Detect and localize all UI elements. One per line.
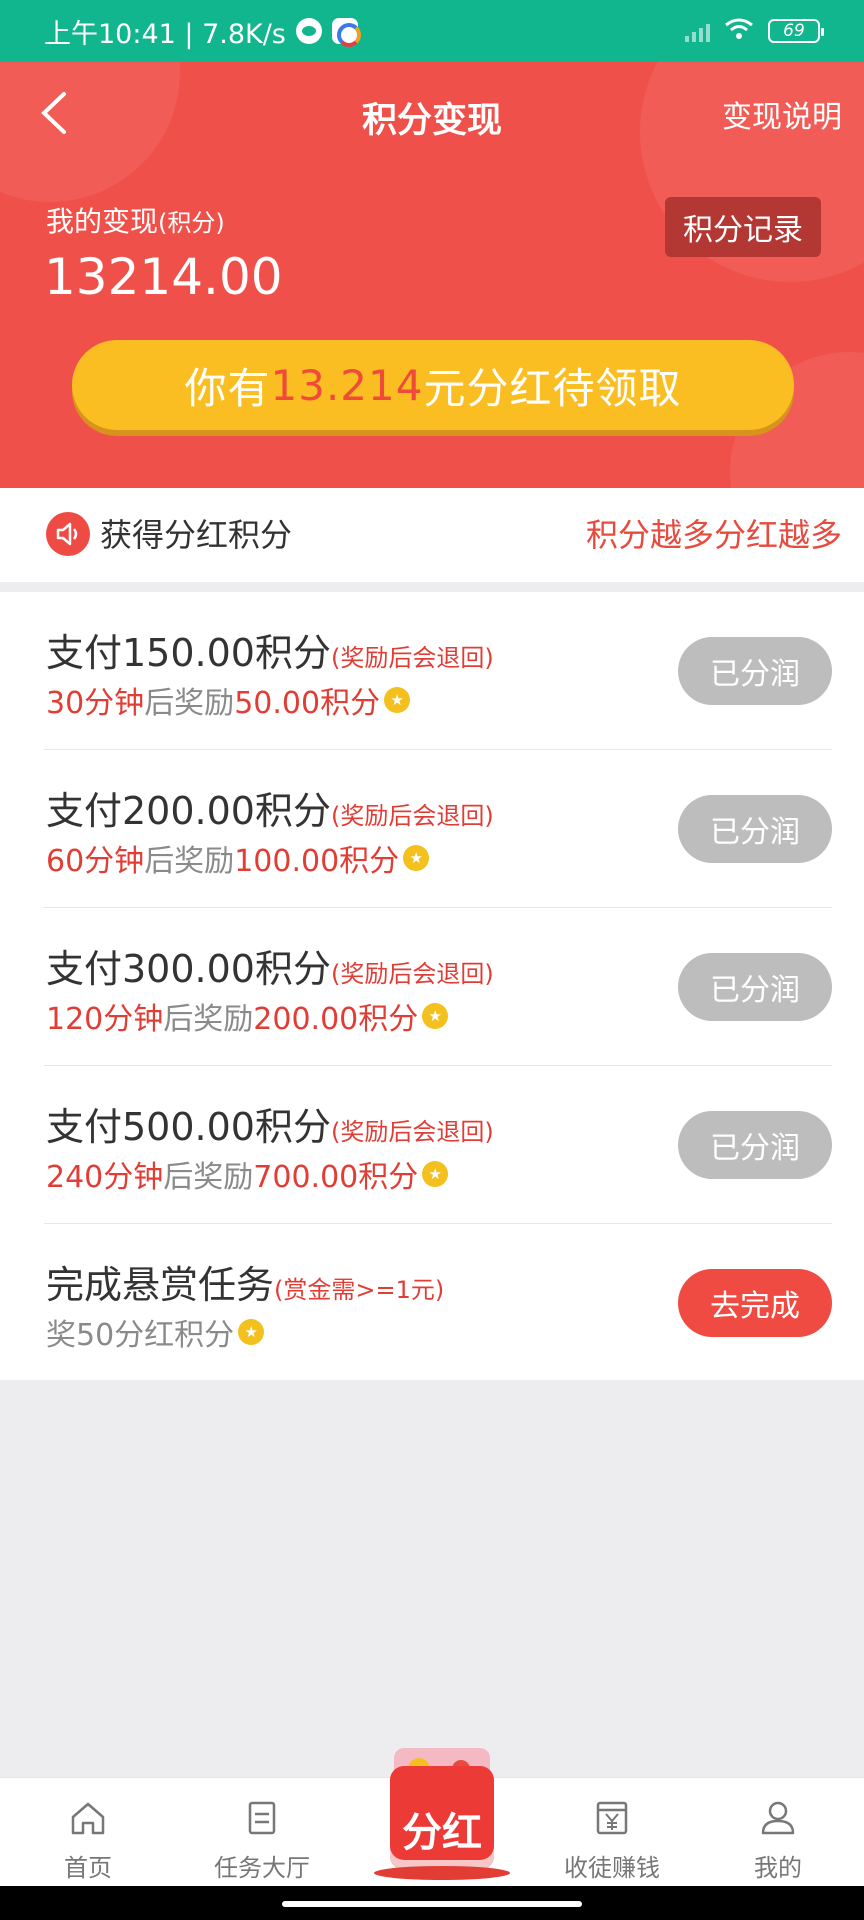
task-note: (奖励后会退回) — [330, 802, 494, 830]
task-time: 30分钟 — [46, 686, 145, 721]
task-pay: 完成悬赏任务 — [46, 1263, 275, 1307]
tab-dividend-label: 分红 — [402, 1810, 482, 1856]
my-cashout-label-unit: (积分) — [158, 209, 225, 237]
document-icon — [248, 1801, 276, 1835]
tab-recruit-earn[interactable]: 收徒赚钱 — [542, 1778, 682, 1887]
task-time: 60分钟 — [46, 844, 145, 879]
tab-mine[interactable]: 我的 — [708, 1778, 848, 1887]
tab-label: 我的 — [754, 1854, 802, 1882]
coin-icon — [384, 687, 411, 713]
status-bar: 上午10:41 | 7.8K/s 69 — [0, 0, 864, 62]
app-notification-icon — [331, 18, 361, 47]
task-pay: 支付500.00积分 — [46, 1105, 331, 1149]
task-mid: 后奖励 — [163, 1160, 254, 1195]
list-item: 支付300.00积分(奖励后会退回) 120分钟后奖励200.00积分 已分润 — [0, 908, 864, 1066]
status-time-speed: 上午10:41 | 7.8K/s — [44, 18, 286, 50]
shared-profit-button[interactable]: 已分润 — [678, 1111, 832, 1179]
task-reward: 200.00积分 — [253, 1002, 419, 1037]
points-record-button[interactable]: 积分记录 — [665, 197, 821, 257]
home-indicator[interactable] — [282, 1901, 582, 1907]
shared-profit-button[interactable]: 已分润 — [678, 953, 832, 1021]
task-time: 240分钟 — [46, 1160, 164, 1195]
task-title: 支付300.00积分(奖励后会退回) — [46, 938, 494, 993]
task-note: (奖励后会退回) — [330, 960, 494, 988]
go-complete-button[interactable]: 去完成 — [678, 1269, 832, 1337]
task-reward-line: 奖50分红积分 — [46, 1310, 265, 1354]
list-item: 完成悬赏任务(赏金需>=1元) 奖50分红积分 去完成 — [0, 1224, 864, 1382]
task-pay: 支付200.00积分 — [46, 789, 331, 833]
task-reward-line: 240分钟 后奖励 700.00积分 — [46, 1152, 449, 1196]
task-mid: 后奖励 — [144, 844, 235, 879]
notice-bar: 获得分红积分 积分越多分红越多 — [0, 488, 864, 582]
dividend-amount: 13.214 — [270, 360, 424, 410]
header: 积分变现 变现说明 我的变现(积分) 13214.00 积分记录 你有 13.21… — [0, 62, 864, 488]
task-reward: 700.00积分 — [253, 1160, 419, 1195]
coin-icon — [403, 845, 430, 871]
list-item: 支付150.00积分(奖励后会退回) 30分钟后奖励50.00积分 已分润 — [0, 592, 864, 750]
task-reward-line: 120分钟 后奖励 200.00积分 — [46, 994, 449, 1038]
task-time: 120分钟 — [46, 1002, 164, 1037]
task-reward: 100.00积分 — [234, 844, 400, 879]
user-icon — [761, 1801, 795, 1835]
yen-box-icon — [596, 1801, 628, 1835]
my-cashout-label: 我的变现(积分) — [46, 200, 225, 240]
dividend-base — [374, 1866, 510, 1880]
list-item: 支付200.00积分(奖励后会退回) 60分钟后奖励100.00积分 已分润 — [0, 750, 864, 908]
task-mid: 后奖励 — [144, 686, 235, 721]
task-pay: 支付150.00积分 — [46, 631, 331, 675]
my-cashout-label-text: 我的变现 — [46, 205, 159, 238]
task-title: 支付150.00积分(奖励后会退回) — [46, 622, 494, 677]
my-cashout-value: 13214.00 — [44, 248, 283, 306]
task-mid: 后奖励 — [163, 1002, 254, 1037]
signal-icon — [685, 20, 710, 42]
wifi-icon — [724, 17, 754, 46]
wechat-icon — [295, 18, 322, 44]
task-title: 完成悬赏任务(赏金需>=1元) — [46, 1254, 444, 1309]
shared-profit-button[interactable]: 已分润 — [678, 637, 832, 705]
task-note: (奖励后会退回) — [330, 644, 494, 672]
notice-title: 获得分红积分 — [100, 516, 293, 554]
tab-label: 任务大厅 — [214, 1854, 310, 1882]
tab-label: 收徒赚钱 — [564, 1854, 660, 1882]
task-note: (奖励后会退回) — [330, 1118, 494, 1146]
task-reward-line: 30分钟 后奖励 50.00积分 — [46, 678, 411, 722]
tab-task-hall[interactable]: 任务大厅 — [192, 1778, 332, 1887]
notice-slogan: 积分越多分红越多 — [585, 516, 842, 554]
task-reward: 50.00积分 — [234, 686, 381, 721]
list-item: 支付500.00积分(奖励后会退回) 240分钟后奖励700.00积分 已分润 — [0, 1066, 864, 1224]
task-list: 支付150.00积分(奖励后会退回) 30分钟后奖励50.00积分 已分润 支付… — [0, 592, 864, 1380]
cash-explanation-link[interactable]: 变现说明 — [722, 92, 842, 136]
task-note: (赏金需>=1元) — [274, 1276, 445, 1304]
task-reward-line: 60分钟 后奖励 100.00积分 — [46, 836, 430, 880]
task-title: 支付200.00积分(奖励后会退回) — [46, 780, 494, 835]
battery-icon: 69 — [768, 19, 824, 43]
dividend-suffix: 元分红待领取 — [423, 363, 682, 413]
tab-label: 首页 — [64, 1854, 112, 1882]
task-mid: 奖50分红积分 — [46, 1318, 235, 1353]
home-icon — [71, 1802, 105, 1835]
tab-dividend[interactable]: 分红 — [372, 1748, 512, 1880]
speaker-icon — [46, 512, 90, 556]
coin-icon — [422, 1003, 449, 1029]
dividend-prefix: 你有 — [184, 363, 271, 413]
coin-icon — [422, 1161, 449, 1187]
task-title: 支付500.00积分(奖励后会退回) — [46, 1096, 494, 1151]
coin-icon — [238, 1319, 265, 1345]
shared-profit-button[interactable]: 已分润 — [678, 795, 832, 863]
claim-dividend-button[interactable]: 你有 13.214 元分红待领取 — [72, 340, 794, 430]
task-pay: 支付300.00积分 — [46, 947, 331, 991]
tab-home[interactable]: 首页 — [18, 1778, 158, 1887]
